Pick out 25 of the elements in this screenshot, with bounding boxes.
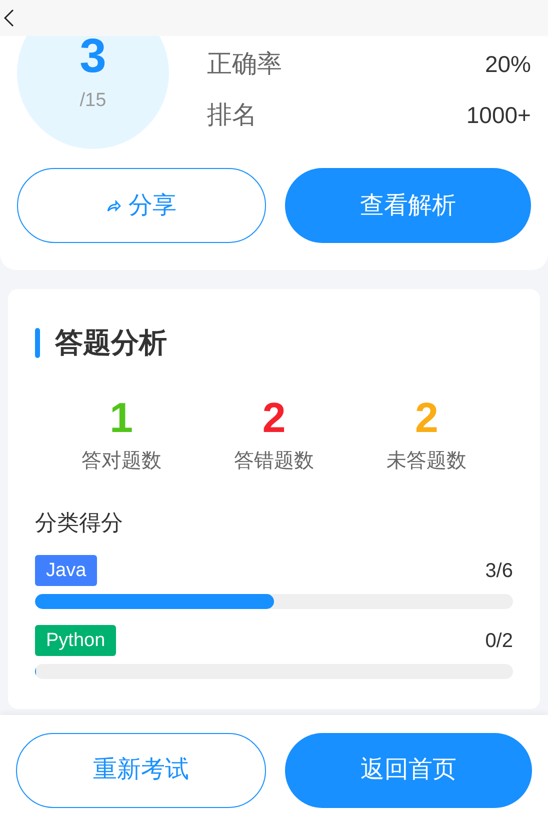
action-button[interactable]: 重新考试 [16,732,266,808]
stat-value: 1000+ [466,101,531,130]
share-icon [106,200,120,212]
stat-label: 排名 [207,100,257,131]
count-value: 1 [110,394,133,442]
category-score: 3/6 [485,558,513,584]
section-title: 答题分析 [55,326,167,360]
action-button[interactable]: 返回首页 [285,732,532,808]
count-label: 答对题数 [81,449,162,474]
stat-value: 20% [484,50,531,80]
action-button[interactable]: 查看解析 [285,168,531,243]
category-tag: Java [35,555,98,586]
count-label: 答错题数 [234,449,314,474]
count-value: 2 [414,394,438,442]
title-accent [35,328,40,358]
category-tag: Python [35,625,116,656]
stat-label: 正确率 [207,48,282,80]
category-score: 0/2 [485,628,513,654]
count-label: 未答题数 [386,449,467,474]
score-value: 3 [80,36,106,81]
share-button[interactable]: 分享 [17,168,266,243]
score-total: /15 [80,89,106,113]
back-icon[interactable] [4,9,14,27]
category-title: 分类得分 [35,509,124,537]
count-value: 2 [262,394,286,442]
